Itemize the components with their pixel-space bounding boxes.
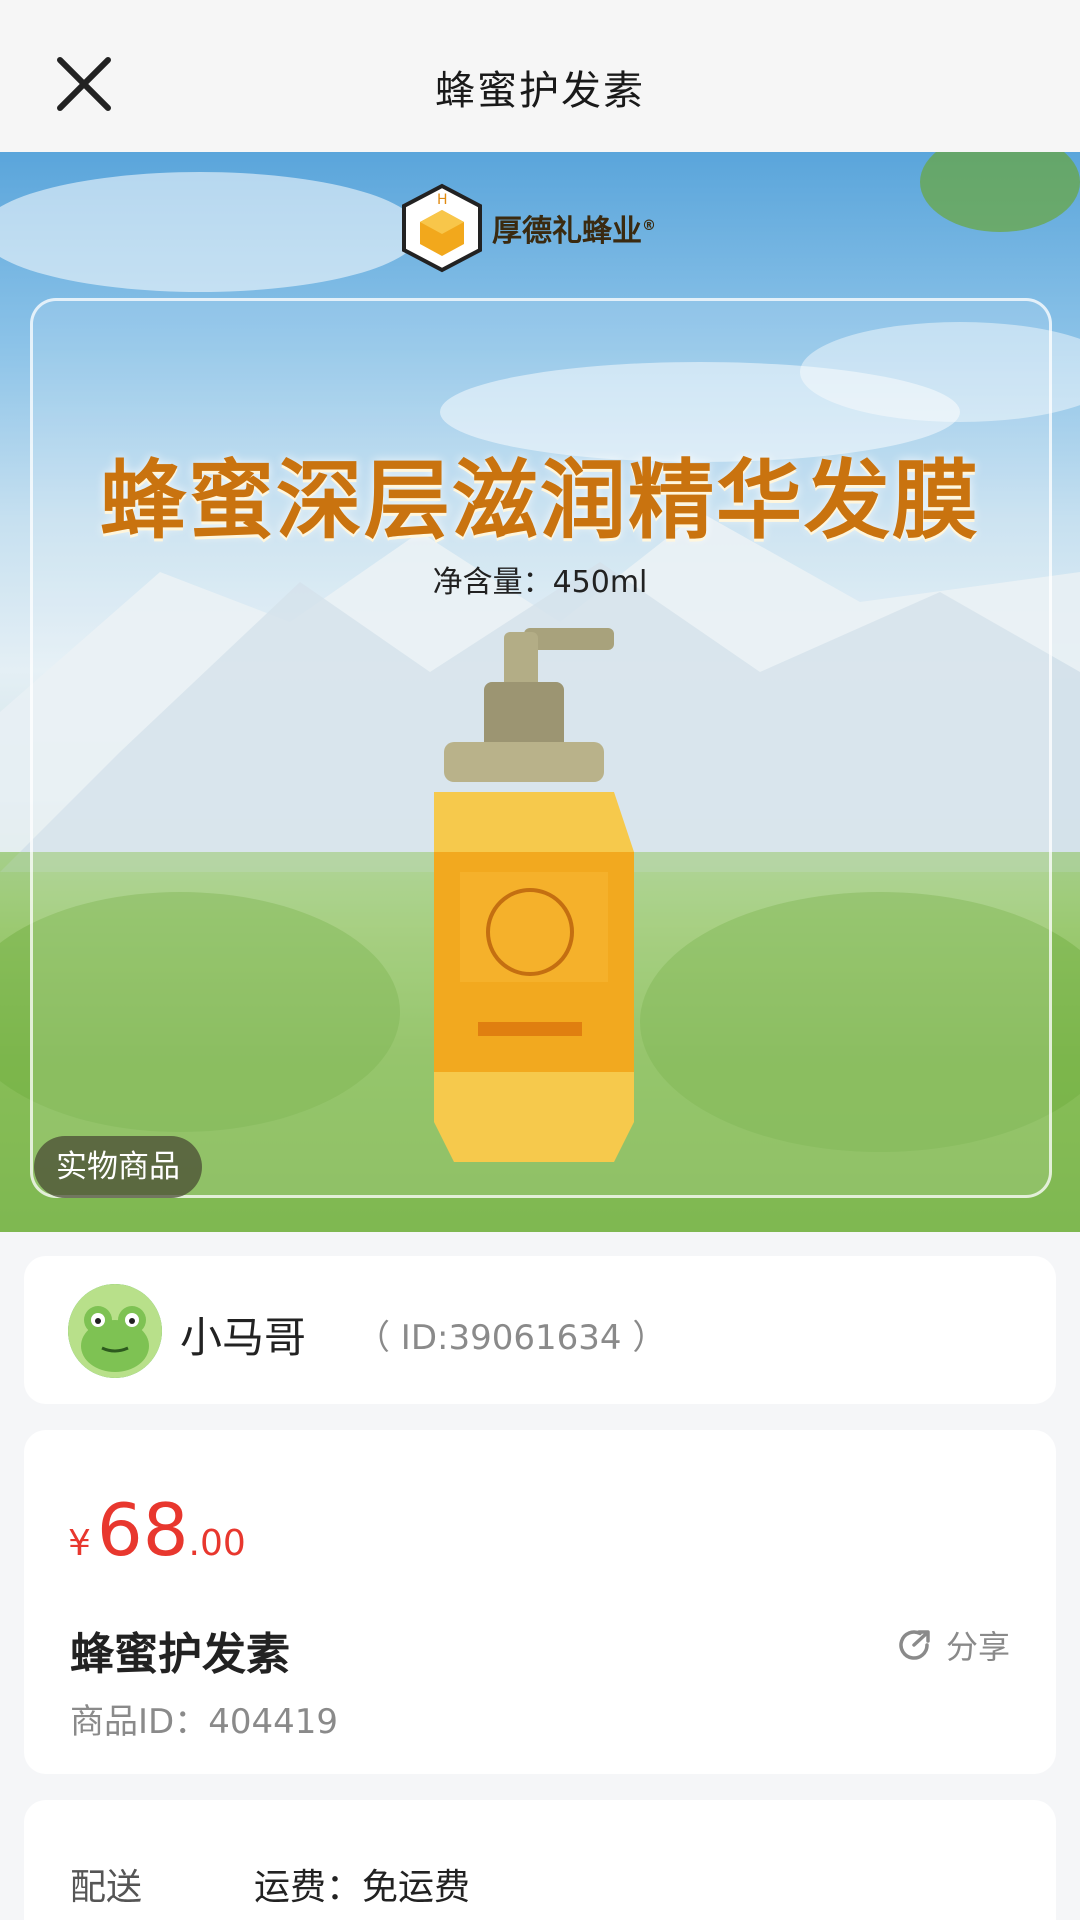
page-title: 蜂蜜护发素 <box>435 68 645 114</box>
registered-mark: ® <box>642 218 656 234</box>
svg-text:H: H <box>437 192 448 208</box>
share-icon <box>899 1630 930 1660</box>
product-bottle-image <box>434 628 634 1162</box>
delivery-label: 配送 <box>70 1867 143 1908</box>
share-label: 分享 <box>945 1628 1010 1666</box>
seller-card[interactable]: 小马哥 （ ID:39061634 ） <box>24 1256 1056 1404</box>
seller-id: （ ID:39061634 ） <box>356 1318 667 1358</box>
price-integer: 68 <box>96 1488 189 1572</box>
currency-symbol: ¥ <box>68 1523 91 1564</box>
physical-goods-badge: 实物商品 <box>34 1136 202 1198</box>
share-button[interactable]: 分享 <box>894 1622 1010 1668</box>
honeycomb-logo-icon: H <box>402 183 482 273</box>
seller-name[interactable]: 小马哥 <box>180 1304 306 1365</box>
avatar[interactable] <box>68 1284 162 1378</box>
brand-logo: H 厚德礼蜂业® <box>400 180 656 276</box>
price-decimal: .00 <box>188 1523 246 1564</box>
net-content-text: 净含量：450ml <box>432 565 648 600</box>
delivery-card: 配送 运费：免运费 <box>24 1800 1056 1920</box>
price: ¥ 68 .00 <box>68 1488 246 1572</box>
brand-name: 厚德礼蜂业 <box>492 214 642 249</box>
product-id: 商品ID：404419 <box>70 1702 338 1742</box>
product-name: 蜂蜜护发素 <box>70 1629 290 1680</box>
product-info-card: ¥ 68 .00 蜂蜜护发素 分享 商品ID：404419 <box>24 1430 1056 1774</box>
delivery-fee: 运费：免运费 <box>254 1867 471 1908</box>
frog-avatar-icon <box>68 1284 162 1378</box>
banner-headline: 蜂蜜深层滋润精华发膜 <box>100 451 980 551</box>
top-nav-bar: 蜂蜜护发素 <box>0 0 1080 152</box>
product-image-banner[interactable]: H 厚德礼蜂业® 蜂蜜深层滋润精华发膜 净含量：450ml 实物商品 <box>0 152 1080 1232</box>
